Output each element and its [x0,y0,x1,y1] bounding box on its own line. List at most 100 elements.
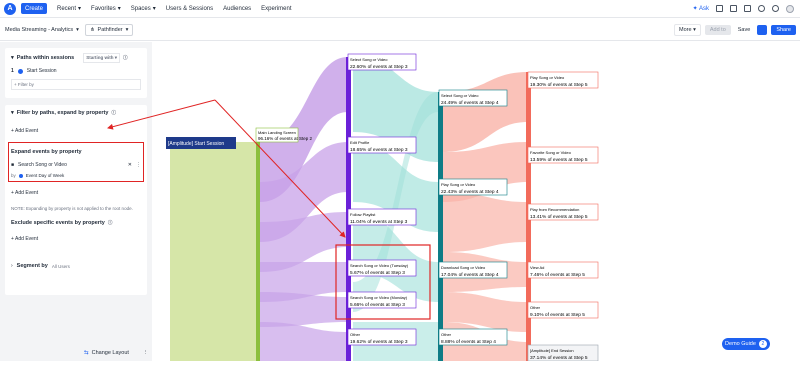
node-label: Other [530,305,541,310]
chart-icon[interactable] [716,5,723,12]
chevron-down-icon: ▾ [78,6,82,12]
node-label: View Ad [530,265,544,270]
node-pct: 9.10% of events at Step 5 [530,312,585,318]
node-label: [Amplitude] Start Session [168,141,224,147]
grid-icon[interactable] [730,5,737,12]
project-selector[interactable]: Media Streaming - Analytics ▾ [5,27,79,33]
node-label: Select Song or Video [441,93,479,98]
node-label: Search Song or Video (Monday) [350,295,408,300]
paths-card: ▾ Paths within sessions Starting with ▾ ⓘ… [5,48,147,98]
node-pct: 13.41% of events at Step 5 [530,214,588,220]
nav-users-sessions[interactable]: Users & Sessions [166,6,213,12]
share-button[interactable]: Share [771,24,796,35]
sidebar-bottom-bar: ⇆ Change Layout ⋮ [0,345,152,361]
create-button[interactable]: Create [21,3,48,14]
help-icon[interactable] [758,5,765,12]
node-bar-step4[interactable] [438,92,443,361]
node-label: Main Landing Screen [258,130,296,135]
annotation-highlight-box [8,142,144,182]
chevron-down-icon[interactable]: ▾ [11,110,14,116]
pathfinder-icon: ⋔ [89,26,95,33]
step5-labels: Play Song or Video 19.30% of events at S… [527,71,599,362]
filter-by-input[interactable]: + Filter by [11,79,141,90]
amplitude-logo-icon[interactable]: A [4,2,16,15]
chevron-down-icon: ▾ [125,26,129,33]
node-pct: 96.16% of events at Step 2 [258,136,313,141]
edit-icon[interactable] [757,24,768,35]
node-pct: 24.49% of events at Step 4 [441,100,499,106]
node-pct: 19.62% of events at Step 3 [350,339,408,345]
notification-bell-icon[interactable] [744,5,751,12]
chevron-right-icon: › [11,263,13,269]
node-label: Select Song or Video [350,57,388,62]
node-pct: 11.04% of events at Step 3 [350,219,408,225]
save-button[interactable]: Save [735,25,754,35]
node-pct: 18.65% of events at Step 3 [350,147,408,153]
node-pct: 22.60% of events at Step 3 [350,64,408,70]
node-pct: 7.46% of events at Step 5 [530,272,585,278]
flow-s4-s5-c [443,192,528,252]
flow-s4-s5-a [443,72,528,152]
demo-guide-label: Demo Guide [725,341,756,347]
chart-type-selector[interactable]: ⋔ Pathfinder ▾ [84,23,134,36]
more-vert-icon[interactable]: ⋮ [143,350,149,356]
node-pct: 19.30% of events at Step 5 [530,82,588,88]
nav-spaces[interactable]: Spaces ▾ [131,5,156,13]
top-nav-bar: A Create Recent ▾ Favorites ▾ Spaces ▾ User… [0,0,800,18]
node-pct: 13.59% of events at Step 5 [530,157,588,163]
pathfinder-sankey-chart: [Amplitude] Start Session Main Landing S… [158,42,800,362]
chevron-down-icon: ▾ [152,6,156,12]
flow-landing-search-mon [260,292,348,327]
change-layout-button[interactable]: Change Layout [92,350,129,356]
node-label: Play Song or Video [441,182,476,187]
segment-card[interactable]: › Segment by All Users [5,256,147,276]
flow-landing-other [260,322,348,361]
add-to-dashboard-button[interactable]: Add to [704,24,731,35]
nav-favorites[interactable]: Favorites ▾ [91,5,121,13]
filter-section-title: Filter by paths, expand by property [16,110,109,116]
node-pct: 17.04% of events at Step 4 [441,272,499,278]
nav-experiment[interactable]: Experiment [261,6,291,12]
note-text: NOTE: Expanding by property is not appli… [11,206,133,211]
demo-guide-button[interactable]: Demo Guide 2 [722,338,770,350]
exclude-title: Exclude specific events by property [11,220,105,226]
node-pct: 37.14% of events at Step 5 [530,355,588,361]
settings-gear-icon[interactable] [772,5,779,12]
user-avatar[interactable] [786,4,794,13]
node-label: Play Song or Video [530,75,565,80]
node-label: Search Song or Video (Tuesday) [350,263,409,268]
query-sidebar: ▾ Paths within sessions Starting with ▾ ⓘ… [0,42,152,361]
add-event-link[interactable]: + Add Event [11,128,141,134]
add-event-link[interactable]: + Add Event [11,190,141,196]
chevron-down-icon[interactable]: ▾ [11,55,14,61]
node-pct: 5.67% of events at Step 3 [350,270,405,276]
node-label: [Amplitude] End Session [530,348,574,353]
nav-audiences[interactable]: Audiences [223,6,251,12]
info-icon[interactable]: ⓘ [108,220,113,226]
chevron-down-icon: ▾ [117,6,121,12]
event-icon [17,68,23,74]
step-number: 1 [11,68,14,74]
segment-title: Segment by [16,263,48,269]
node-pct: 5.66% of events at Step 3 [350,302,405,308]
node-pct: 8.88% of events at Step 4 [441,339,496,345]
more-button[interactable]: More ▾ [674,23,701,36]
node-label: Play from Recommendation [530,207,579,212]
demo-guide-count-badge: 2 [758,340,767,348]
node-label: Follow Playlist [350,212,376,217]
node-label: Other [441,332,452,337]
step-row[interactable]: 1 Start Session [11,68,141,74]
node-pct: 22.43% of events at Step 4 [441,189,499,195]
info-icon[interactable]: ⓘ [123,55,128,61]
info-icon[interactable]: ⓘ [111,110,116,116]
change-layout-icon[interactable]: ⇆ [84,350,89,356]
add-event-link[interactable]: + Add Event [11,236,141,242]
nav-recent[interactable]: Recent ▾ [57,5,82,13]
starting-with-dropdown[interactable]: Starting with ▾ [83,53,120,63]
node-label: Edit Profile [350,140,370,145]
node-label: Download Song or Video [441,265,486,270]
start-event-label: Start Session [26,68,57,74]
ask-button[interactable]: ✦ Ask [693,5,709,12]
node-bar-landing[interactable] [256,142,260,361]
paths-title: Paths within sessions [16,55,75,61]
